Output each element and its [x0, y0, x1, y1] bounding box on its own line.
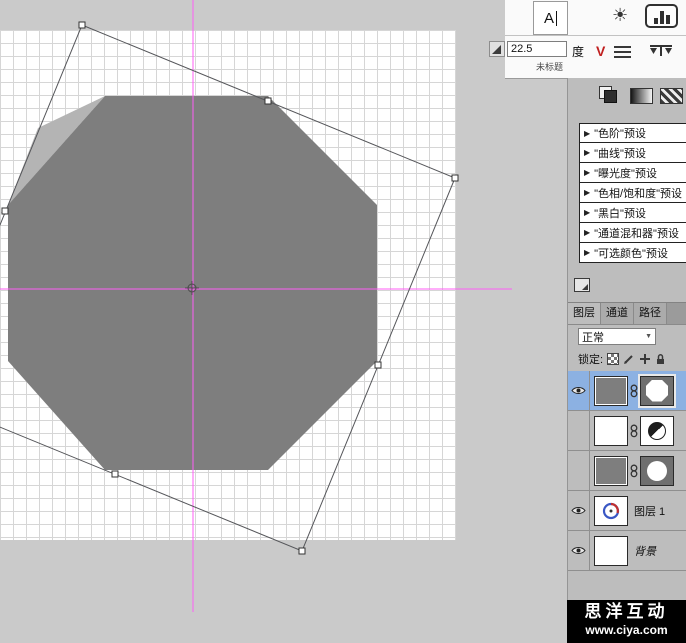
expand-arrow-icon: ▶ [584, 248, 590, 257]
transform-handle[interactable] [375, 362, 381, 368]
mask-link-icon[interactable] [628, 424, 640, 438]
visibility-toggle[interactable] [568, 411, 590, 450]
layer-thumbnail[interactable] [594, 496, 628, 526]
watermark: 思洋互动 www.ciya.com [567, 600, 686, 643]
expand-arrow-icon: ▶ [584, 148, 590, 157]
preset-item-black-white[interactable]: ▶ "黑白"预设 [579, 203, 686, 223]
eye-icon [571, 545, 586, 556]
layer-thumbnail[interactable] [594, 416, 628, 446]
document-title-label: 未标题 [536, 60, 563, 73]
transform-handle[interactable] [452, 175, 458, 181]
degree-unit-label: 度 [572, 43, 584, 60]
character-field[interactable]: A [533, 1, 568, 35]
preset-label: "黑白"预设 [594, 205, 646, 221]
layer-thumbnail[interactable] [594, 456, 628, 486]
panel-dock: ▶ "色阶"预设 ▶ "曲线"预设 ▶ "曝光度"预设 ▶ "色相/饱和度"预设… [567, 78, 686, 600]
preset-label: "曝光度"预设 [594, 165, 657, 181]
expand-arrow-icon: ▶ [584, 168, 590, 177]
rotation-angle-input[interactable] [507, 41, 567, 57]
red-v-icon[interactable]: V [596, 43, 605, 59]
adjustment-thumbnail[interactable] [640, 416, 674, 446]
preset-label: "通道混和器"预设 [594, 225, 679, 241]
watermark-url: www.ciya.com [567, 622, 686, 638]
artwork-thumbnail-icon [600, 500, 622, 522]
visibility-toggle[interactable] [568, 491, 590, 530]
visibility-toggle[interactable] [568, 371, 590, 410]
preset-label: "可选颜色"预设 [594, 245, 668, 261]
mask-link-icon[interactable] [628, 464, 640, 478]
layers-list: 图层 1 背景 [568, 371, 686, 571]
adjustment-presets-list: ▶ "色阶"预设 ▶ "曲线"预设 ▶ "曝光度"预设 ▶ "色相/饱和度"预设… [579, 123, 686, 263]
lock-pixels-brush-icon[interactable] [623, 353, 635, 365]
chevron-down-icon: ▼ [645, 333, 652, 340]
lock-transparency-icon[interactable] [607, 353, 619, 365]
layer-thumbnail[interactable] [594, 376, 628, 406]
transform-handle[interactable] [2, 208, 8, 214]
tab-paths[interactable]: 路径 [634, 303, 667, 324]
eye-icon [571, 505, 586, 516]
lock-all-icon[interactable] [655, 353, 666, 365]
layer-name: 图层 1 [634, 503, 665, 519]
photoshop-window: A ☀ 度 未标题 V ▶ "色阶"预设 ▶ " [0, 0, 686, 643]
preset-item-hue-saturation[interactable]: ▶ "色相/饱和度"预设 [579, 183, 686, 203]
panel-view-toggle-icon[interactable] [574, 278, 590, 292]
expand-arrow-icon: ▶ [584, 129, 590, 138]
preset-label: "曲线"预设 [594, 145, 646, 161]
layer-thumbnail[interactable] [594, 536, 628, 566]
preset-item-channel-mixer[interactable]: ▶ "通道混和器"预设 [579, 223, 686, 243]
layer-row-layer1[interactable]: 图层 1 [568, 491, 686, 531]
preset-label: "色相/饱和度"预设 [594, 185, 682, 201]
layer-row-hidden-gray[interactable] [568, 451, 686, 491]
layer-name: 背景 [634, 543, 656, 559]
eye-icon [571, 385, 586, 396]
options-bar-divider [505, 35, 686, 36]
half-circle-adjustment-icon [648, 422, 666, 440]
layer-row-shape-top[interactable] [568, 371, 686, 411]
preset-item-levels[interactable]: ▶ "色阶"预设 [579, 123, 686, 143]
preset-item-selective-color[interactable]: ▶ "可选颜色"预设 [579, 243, 686, 263]
octagon-mask-thumbnail[interactable] [640, 376, 674, 406]
expand-arrow-icon: ▶ [584, 188, 590, 197]
expand-arrow-icon: ▶ [584, 228, 590, 237]
gradient-adjustment-icon[interactable] [630, 88, 653, 104]
visibility-toggle[interactable] [568, 451, 590, 490]
text-caret [556, 11, 557, 26]
mask-link-icon[interactable] [628, 384, 640, 398]
rotate-angle-icon [489, 41, 505, 57]
layer-row-background[interactable]: 背景 [568, 531, 686, 571]
panel-tabbar: 图层 通道 路径 [568, 302, 686, 325]
transform-handle[interactable] [79, 22, 85, 28]
circle-mask-thumbnail[interactable] [640, 456, 674, 486]
expand-arrow-icon: ▶ [584, 208, 590, 217]
lock-label: 锁定: [578, 351, 603, 367]
scales-icon[interactable] [648, 42, 674, 58]
preset-item-curves[interactable]: ▶ "曲线"预设 [579, 143, 686, 163]
list-menu-icon[interactable] [614, 46, 631, 58]
transform-handle[interactable] [112, 471, 118, 477]
char-a-label: A [544, 10, 554, 27]
pattern-adjustment-icon[interactable] [660, 88, 683, 104]
tab-layers[interactable]: 图层 [568, 303, 601, 324]
circle-mask-shape [647, 461, 667, 481]
brightness-icon[interactable]: ☀ [612, 5, 628, 26]
canvas-overlay [0, 0, 512, 643]
tab-channels[interactable]: 通道 [601, 303, 634, 324]
octagon-mask-shape [646, 380, 668, 402]
layer-row-hidden-white[interactable] [568, 411, 686, 451]
visibility-toggle[interactable] [568, 531, 590, 570]
transform-handle[interactable] [265, 98, 271, 104]
preset-item-exposure[interactable]: ▶ "曝光度"预设 [579, 163, 686, 183]
histogram-icon[interactable] [645, 4, 678, 28]
transform-handle[interactable] [299, 548, 305, 554]
watermark-title: 思洋互动 [567, 602, 686, 622]
blend-mode-select[interactable]: 正常 ▼ [578, 328, 656, 345]
blend-mode-value: 正常 [582, 329, 604, 345]
lock-row: 锁定: [578, 352, 666, 366]
levels-adjustment-icon[interactable] [599, 86, 617, 103]
preset-label: "色阶"预设 [594, 125, 646, 141]
lock-position-icon[interactable] [639, 353, 651, 365]
